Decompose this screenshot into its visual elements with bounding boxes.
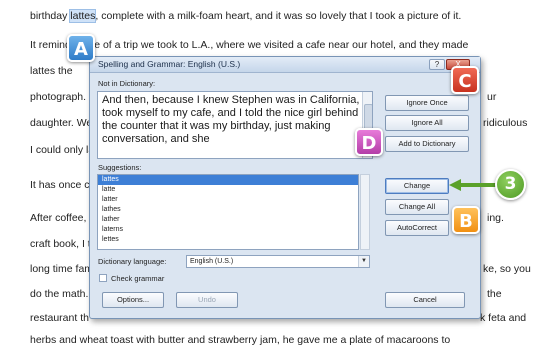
dictionary-language-label: Dictionary language: [98,257,167,266]
document-line: craft book, I t [30,238,91,250]
callout-badge-b: B [452,206,480,234]
callout-badge-a: A [67,34,95,62]
check-grammar-checkbox[interactable] [99,274,107,282]
dialog-title: Spelling and Grammar: English (U.S.) [98,59,241,69]
suggestion-item[interactable]: lathes [98,205,358,215]
callout-badge-d: D [355,128,383,156]
step-number-badge: 3 [495,169,526,200]
document-line: daughter. We [30,117,93,129]
suggestion-item-selected[interactable]: lattes [98,175,358,185]
dictionary-language-value: English (U.S.) [190,258,234,265]
suggestion-item[interactable]: latter [98,195,358,205]
suggestion-item[interactable]: latte [98,185,358,195]
document-line-fragment: ur [487,91,497,103]
document-line: After coffee, c [30,212,95,224]
suggestion-item[interactable]: lather [98,215,358,225]
suggestions-scrollbar[interactable] [360,174,370,250]
document-line-fragment: k feta and [480,312,527,324]
ignore-once-button[interactable]: Ignore Once [385,95,469,111]
options-button[interactable]: Options... [102,292,164,308]
callout-badge-c: C [451,66,479,94]
not-in-dictionary-text: And then, because I knew Stephen was in … [102,94,366,145]
suggestion-item[interactable]: lettes [98,235,358,245]
document-line-fragment: ridiculous [483,117,528,129]
dialog-titlebar[interactable]: Spelling and Grammar: English (U.S.) ? X [90,57,480,73]
suggestions-label: Suggestions: [98,163,142,172]
document-line: lattes the [30,65,73,77]
callout-arrow-line [460,183,498,187]
document-line: birthday lattes, complete with a milk-fo… [30,9,462,23]
not-in-dictionary-textbox[interactable]: And then, because I knew Stephen was in … [97,91,373,159]
callout-arrow-icon [449,179,461,191]
change-all-button[interactable]: Change All [385,199,449,215]
document-line-fragment: ing. [487,212,504,224]
autocorrect-button[interactable]: AutoCorrect [385,220,449,236]
check-grammar-label: Check grammar [111,274,165,283]
not-in-dictionary-label: Not in Dictionary: [98,79,156,88]
add-to-dictionary-button[interactable]: Add to Dictionary [385,136,469,152]
cancel-button[interactable]: Cancel [385,292,465,308]
suggestions-list[interactable]: lattes latte latter lathes lather latern… [97,174,359,250]
help-button[interactable]: ? [429,59,445,70]
spelling-grammar-dialog: Spelling and Grammar: English (U.S.) ? X… [89,56,481,319]
document-line-fragment: ke, so you [483,263,531,275]
chevron-down-icon[interactable]: ▼ [358,256,369,267]
document-line: It reminded me of a trip we took to L.A.… [30,39,469,51]
document-line: do the math. [30,288,89,300]
dictionary-language-select[interactable]: English (U.S.) ▼ [186,255,370,268]
document-line: photograph. L [30,91,95,103]
undo-button[interactable]: Undo [176,292,238,308]
document-line: long time fam [30,263,94,275]
document-line: herbs and wheat toast with butter and st… [30,334,451,346]
document-line: It has once ca [30,179,96,191]
document-line: restaurant th [30,312,89,324]
suggestion-item[interactable]: laterns [98,225,358,235]
document-line: I could only la [30,144,95,156]
document-line-fragment: the [487,288,502,300]
misspelled-word-highlight[interactable]: lattes [69,9,97,23]
change-button[interactable]: Change [385,178,449,194]
ignore-all-button[interactable]: Ignore All [385,115,469,131]
